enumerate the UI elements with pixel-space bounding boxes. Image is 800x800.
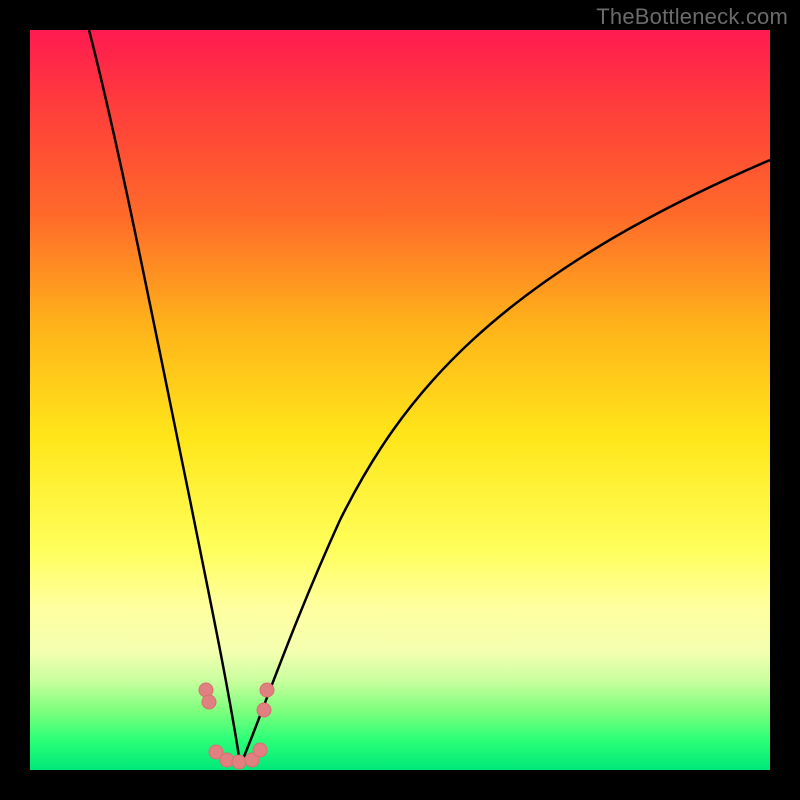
- curve-right: [240, 160, 770, 766]
- watermark-text: TheBottleneck.com: [596, 4, 788, 30]
- trough-dots-group: [199, 683, 274, 769]
- chart-frame: TheBottleneck.com: [0, 0, 800, 800]
- chart-svg: [30, 30, 770, 770]
- curve-left: [89, 30, 240, 766]
